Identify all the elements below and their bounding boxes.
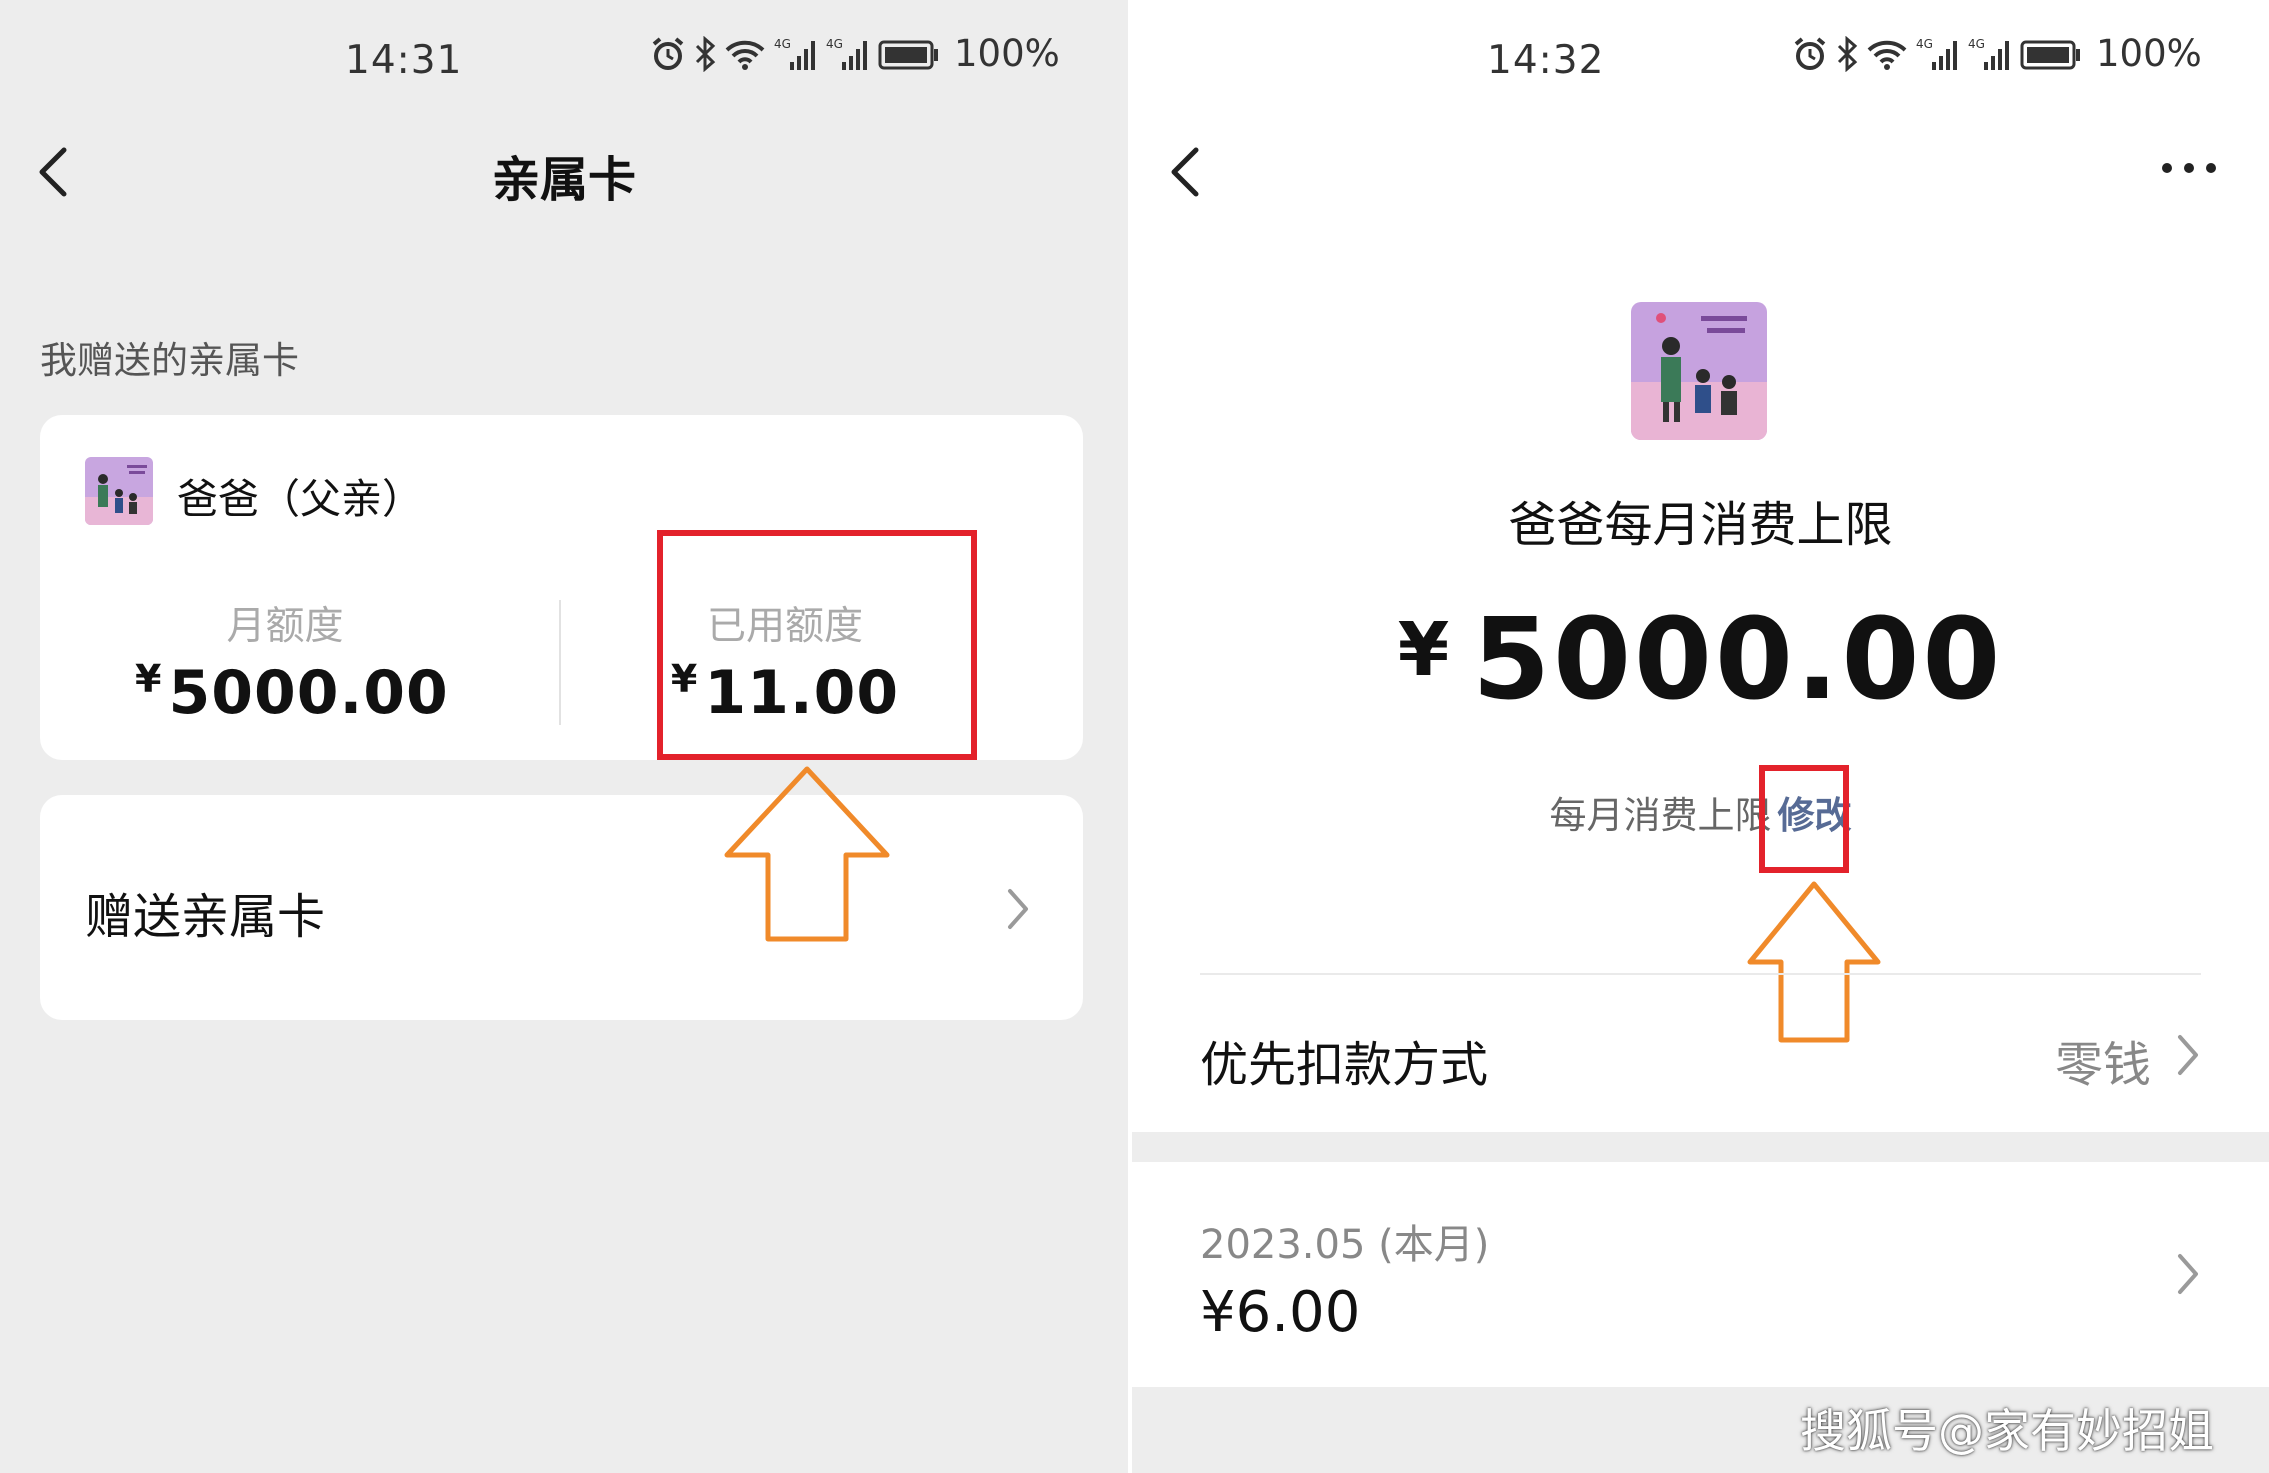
right-screen: 14:32 4G 4G 100% 爸爸每月消费上限 ¥5000.00 每月消费上… [1132,0,2269,1473]
gift-card-row[interactable]: 赠送亲属卡 [40,795,1083,1020]
month-record-row[interactable]: 2023.05 (本月) ¥6.00 [1132,1162,2269,1387]
bluetooth-icon [695,35,716,72]
back-arrow-icon[interactable] [1162,142,1212,202]
nav-bar: 亲属卡 [0,120,1128,220]
nav-bar [1132,120,2269,220]
up-arrow-annotation [724,766,890,942]
month-amount: ¥6.00 [1200,1280,1361,1345]
payment-method-label: 优先扣款方式 [1200,1037,1489,1093]
highlight-box [1759,765,1849,873]
avatar [85,457,153,525]
battery-percent: 100% [954,32,1060,75]
month-label: 2023.05 (本月) [1200,1222,1490,1268]
signal-icon: 4G [826,37,867,70]
battery-icon [878,40,938,69]
status-bar: 14:31 4G 4G 100% [0,0,1128,120]
wifi-icon [1867,40,1907,70]
svg-text:4G: 4G [774,37,791,51]
page-title: 亲属卡 [491,152,636,208]
monthly-quota-label: 月额度 [226,604,344,649]
status-icons: 4G 4G 100% [1792,32,2202,75]
svg-text:4G: 4G [826,37,843,51]
highlight-box [657,530,977,760]
currency-symbol: ¥ [135,657,163,701]
watermark: 搜狐号@家有妙招姐 [1800,1404,2214,1458]
more-icon[interactable] [2159,148,2219,188]
signal-icon: 4G [1968,37,2009,70]
currency-symbol: ¥ [1397,607,1453,693]
signal-icon: 4G [774,37,815,70]
limit-amount: ¥5000.00 [1132,595,2269,725]
member-name: 爸爸（父亲） [177,475,423,523]
status-time: 14:32 [1487,38,1605,83]
signal-icon: 4G [1916,37,1957,70]
payment-method-value: 零钱 [2054,1037,2151,1093]
chevron-right-icon [1008,889,1028,929]
monthly-quota: 月额度 ¥5000.00 [135,595,448,728]
divider [559,600,561,725]
wifi-icon [725,40,765,70]
limit-sub-row: 每月消费上限 修改 [1132,785,2269,839]
up-arrow-annotation [1747,881,1881,1043]
avatar [1631,302,1767,440]
gift-card-label: 赠送亲属卡 [85,889,326,945]
monthly-quota-amount: 5000.00 [168,658,449,728]
section-label: 我赠送的亲属卡 [40,339,299,382]
status-bar: 14:32 4G 4G 100% [1132,0,2269,120]
limit-amount-value: 5000.00 [1472,595,2004,725]
battery-icon [2020,40,2080,69]
alarm-icon [652,36,684,70]
status-time: 14:31 [345,38,463,83]
alarm-icon [1794,36,1826,70]
limit-title: 爸爸每月消费上限 [1508,497,1893,553]
bluetooth-icon [1837,35,1858,72]
section-gap [1132,1132,2269,1162]
status-icons: 4G 4G 100% [650,32,1060,75]
divider [1200,973,2201,975]
battery-percent: 100% [2096,32,2202,75]
chevron-right-icon [2178,1254,2198,1294]
left-screen: 14:31 4G 4G 100% 亲属卡 我赠送的亲属卡 爸爸（父亲） 月额度 … [0,0,1128,1473]
chevron-right-icon [2178,1035,2198,1075]
svg-text:4G: 4G [1968,37,1985,51]
monthly-quota-value: ¥5000.00 [135,657,448,728]
svg-text:4G: 4G [1916,37,1933,51]
limit-sub-label: 每月消费上限 [1549,794,1772,837]
